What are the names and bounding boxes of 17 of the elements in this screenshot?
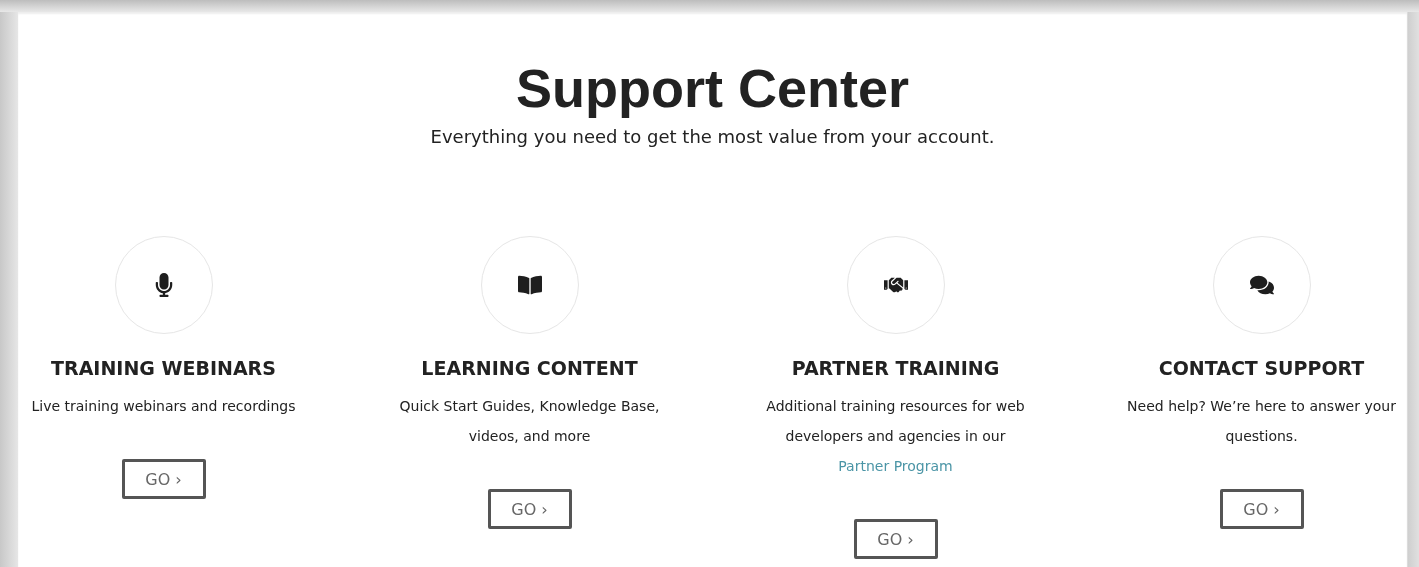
card-description: Need help? We’re here to answer your questions. <box>1126 397 1397 446</box>
card-heading: TRAINING WEBINARS <box>51 356 276 381</box>
card-heading: LEARNING CONTENT <box>421 356 638 381</box>
card-heading: CONTACT SUPPORT <box>1158 356 1365 381</box>
partner-link[interactable]: Partner Program <box>838 458 953 474</box>
go-button[interactable]: GO › <box>853 519 938 559</box>
book-icon <box>517 273 542 297</box>
chat-bubbles-icon <box>1249 273 1274 297</box>
card-heading: PARTNER TRAINING <box>791 356 1000 381</box>
go-button[interactable]: GO › <box>121 459 206 499</box>
page-subtitle: Everything you need to get the most value from your account. <box>430 125 995 149</box>
card-description: Quick Start Guides, Knowledge Base, videos, and more <box>398 397 661 446</box>
card-description: Additional training resources for web developers and agencies in our Partner Program <box>765 397 1026 476</box>
go-button[interactable]: GO › <box>1219 489 1304 529</box>
page-title: Support Center <box>516 58 909 118</box>
card-description: Live training webinars and recordings <box>31 397 296 416</box>
go-button[interactable]: GO › <box>487 489 572 529</box>
